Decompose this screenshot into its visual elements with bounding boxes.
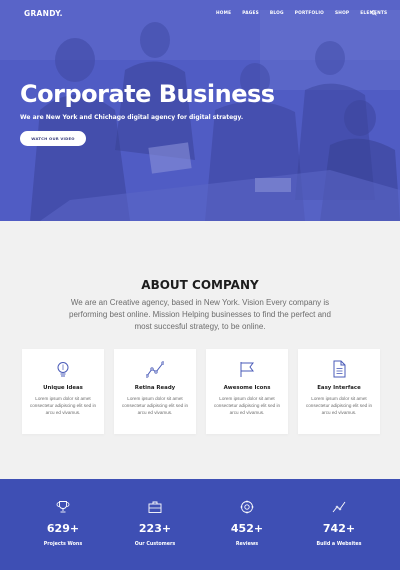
stat-label: Reviews	[235, 542, 259, 547]
feature-card-title: Awesome Icons	[223, 385, 271, 391]
nav-item-portfolio[interactable]: PORTFOLIO	[295, 11, 324, 16]
stat-label: Build a Websites	[316, 542, 362, 547]
feature-card-text: Lorem ipsum dolor sit amet consectetur a…	[29, 396, 97, 415]
stat-value: 223+	[138, 522, 172, 535]
chart-line-icon	[332, 501, 346, 513]
document-icon	[333, 360, 346, 378]
briefcase-icon	[148, 501, 162, 513]
stats-section: 629+ Projects Wons 223+ Our Customers 45…	[0, 479, 400, 570]
about-section-title: ABOUT COMPANY	[141, 278, 259, 292]
stat-value: 742+	[322, 522, 356, 535]
stat-item: 452+ Reviews	[202, 479, 292, 570]
feature-card-title: Easy Interface	[317, 385, 361, 391]
feature-card-text: Lorem ipsum dolor sit amet consectetur a…	[213, 396, 281, 415]
feature-card-text: Lorem ipsum dolor sit amet consectetur a…	[305, 396, 373, 415]
feature-card[interactable]: Unique Ideas Lorem ipsum dolor sit amet …	[22, 349, 104, 434]
watch-video-button[interactable]: WATCH OUR VIDEO	[20, 131, 86, 146]
hero-title: Corporate Business	[20, 80, 275, 108]
feature-card[interactable]: Awesome Icons Lorem ipsum dolor sit amet…	[206, 349, 288, 434]
feature-card[interactable]: Easy Interface Lorem ipsum dolor sit ame…	[298, 349, 380, 434]
nav-item-home[interactable]: HOME	[216, 11, 231, 16]
feature-card-title: Unique Ideas	[43, 385, 83, 391]
flag-icon	[240, 362, 254, 377]
stat-label: Our Customers	[134, 542, 176, 547]
stat-label: Projects Wons	[43, 542, 83, 547]
stat-item: 629+ Projects Wons	[18, 479, 108, 570]
feature-card[interactable]: Retina Ready Lorem ipsum dolor sit amet …	[114, 349, 196, 434]
settings-icon	[240, 500, 254, 514]
hero-subtitle: We are New York and Chichago digital age…	[20, 114, 244, 121]
search-icon[interactable]	[371, 10, 377, 16]
about-description: We are an Creative agency, based in New …	[69, 298, 331, 331]
site-logo[interactable]: GRANDY.	[24, 9, 63, 18]
chart-line-icon	[146, 361, 164, 378]
hero-color-overlay	[0, 0, 400, 221]
stat-item: 223+ Our Customers	[110, 479, 200, 570]
nav-item-blog[interactable]: BLOG	[270, 11, 284, 16]
stat-item: 742+ Build a Websites	[294, 479, 384, 570]
feature-card-text: Lorem ipsum dolor sit amet consectetur a…	[121, 396, 189, 415]
lightbulb-icon	[57, 362, 69, 377]
nav-item-shop[interactable]: SHOP	[335, 11, 349, 16]
nav-item-pages[interactable]: PAGES	[242, 11, 259, 16]
stat-value: 452+	[230, 522, 264, 535]
feature-card-title: Retina Ready	[134, 385, 176, 391]
hero-section: GRANDY. HOME PAGES BLOG PORTFOLIO SHOP E…	[0, 0, 400, 221]
trophy-icon	[56, 501, 70, 513]
top-navigation-bar: GRANDY. HOME PAGES BLOG PORTFOLIO SHOP E…	[0, 0, 400, 26]
stat-value: 629+	[46, 522, 80, 535]
